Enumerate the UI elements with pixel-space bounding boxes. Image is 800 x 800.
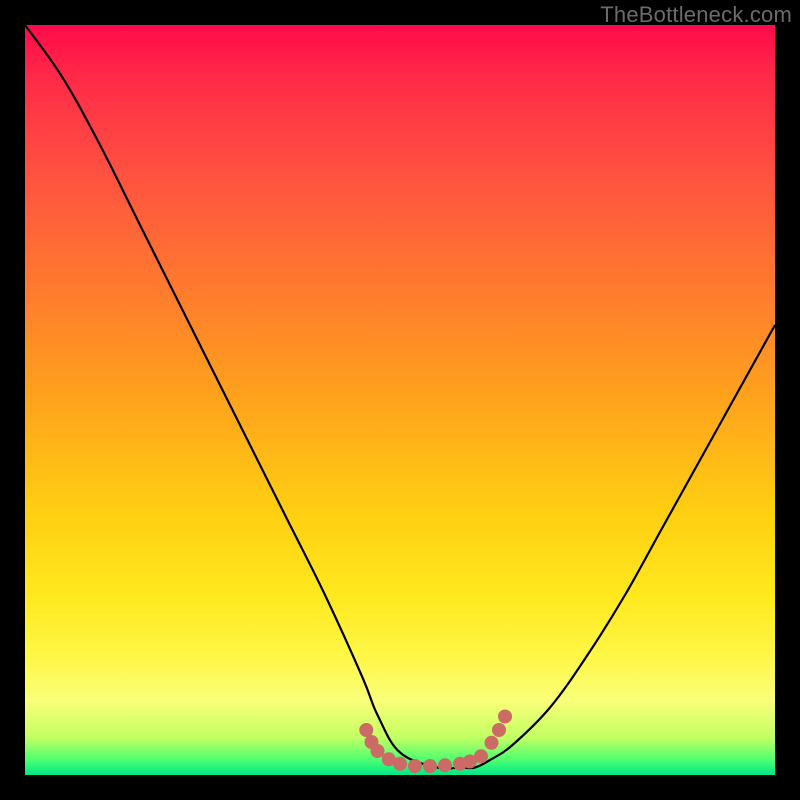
plot-area <box>25 25 775 775</box>
marker-dot <box>408 759 422 773</box>
marker-dot <box>474 749 488 763</box>
chart-svg <box>25 25 775 775</box>
marker-dot <box>498 710 512 724</box>
marker-dot <box>492 723 506 737</box>
chart-frame: TheBottleneck.com <box>0 0 800 800</box>
bottleneck-curve <box>25 25 775 769</box>
marker-dot <box>438 758 452 772</box>
marker-dot <box>393 757 407 771</box>
highlight-markers <box>359 710 512 774</box>
marker-dot <box>485 736 499 750</box>
marker-dot <box>359 723 373 737</box>
marker-dot <box>371 744 385 758</box>
marker-dot <box>423 759 437 773</box>
